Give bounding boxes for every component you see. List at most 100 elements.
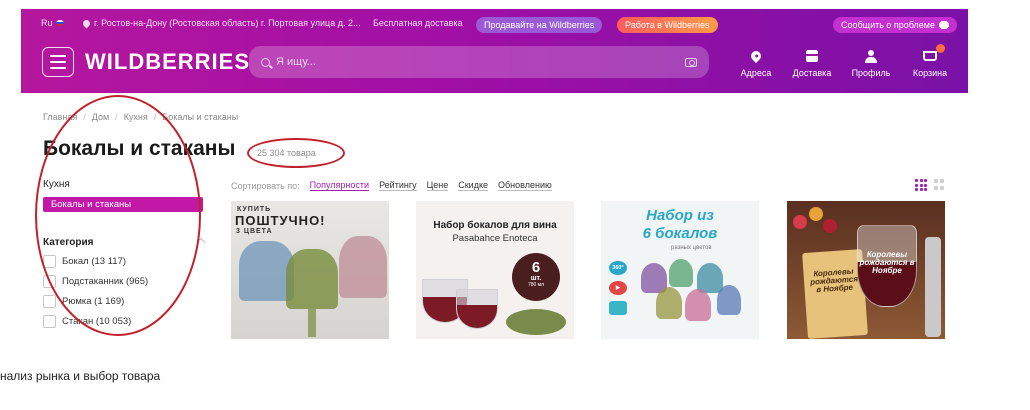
- sidebar-active-category[interactable]: Бокалы и стаканы: [43, 197, 203, 212]
- product-image-text: Набор бокалов для вина: [433, 220, 557, 231]
- feature-badges: 360° ▶: [609, 261, 627, 315]
- package-icon: [609, 301, 627, 315]
- chat-icon: [939, 21, 949, 29]
- hamburger-icon-line: [50, 67, 66, 69]
- badge-number: 6: [531, 259, 541, 276]
- hamburger-icon-line: [50, 61, 66, 63]
- product-image-text: разных цветов: [671, 245, 712, 251]
- sort-bar: Сортировать по: Популярности Рейтингу Це…: [231, 180, 552, 191]
- product-image-text: Pasabahce Enoteca: [452, 233, 538, 244]
- category-checkbox-row[interactable]: Подстаканник (965): [43, 275, 148, 288]
- sort-by-price[interactable]: Цене: [426, 180, 449, 191]
- breadcrumb-home[interactable]: Главная: [43, 112, 77, 122]
- product-image-glass: [656, 287, 682, 319]
- product-image-flower: [793, 215, 807, 229]
- breadcrumb-separator: /: [83, 112, 86, 122]
- checkbox[interactable]: [43, 255, 56, 268]
- flag-icon: [55, 20, 64, 26]
- report-problem-button[interactable]: Сообщить о проблеме: [833, 17, 957, 33]
- category-checkbox-row[interactable]: Бокал (13 117): [43, 255, 126, 268]
- hamburger-icon-line: [50, 55, 66, 57]
- page-title: Бокалы и стаканы: [43, 137, 236, 160]
- work-at-wildberries-button[interactable]: Работа в Wildberries: [617, 17, 718, 33]
- breadcrumb: Главная / Дом / Кухня / Бокалы и стаканы: [43, 112, 238, 122]
- site-header: Ru г. Ростов-на-Дону (Ростовская область…: [21, 9, 968, 93]
- search-input[interactable]: [276, 56, 685, 68]
- view-360-icon: 360°: [609, 261, 627, 275]
- nav-addresses-label: Адреса: [740, 68, 772, 78]
- category-checkbox-row[interactable]: Стакан (10 053): [43, 315, 131, 328]
- checkbox[interactable]: [43, 275, 56, 288]
- badge-volume: 780 мл: [527, 282, 545, 288]
- sidebar-parent-category[interactable]: Кухня: [43, 179, 70, 190]
- product-image-glass: [685, 289, 711, 321]
- menu-button[interactable]: [42, 47, 74, 77]
- camera-icon[interactable]: [685, 57, 697, 67]
- product-image-text: 6 бокалов: [642, 225, 718, 242]
- sort-by-update[interactable]: Обновлению: [498, 180, 552, 191]
- chevron-up-icon[interactable]: [196, 237, 206, 247]
- grid-view-small-icon[interactable]: [934, 179, 946, 191]
- product-card[interactable]: Набор из 6 бокалов разных цветов 360° ▶: [601, 201, 759, 339]
- category-checkbox-label: Стакан (10 053): [62, 316, 132, 327]
- sort-by-discount[interactable]: Скидке: [458, 180, 489, 191]
- grid-view-large-icon[interactable]: [915, 179, 927, 191]
- location-pin-icon: [81, 18, 92, 28]
- breadcrumb-current: Бокалы и стаканы: [162, 112, 239, 122]
- site-logo[interactable]: WILDBERRIES: [85, 49, 250, 75]
- product-image-stem: [308, 309, 316, 337]
- category-checkbox-label: Бокал (13 117): [62, 256, 127, 267]
- breadcrumb-kitchen[interactable]: Кухня: [124, 112, 148, 122]
- figure-caption: нализ рынка и выбор товара: [0, 369, 161, 383]
- top-bar: Ru г. Ростов-на-Дону (Ростовская область…: [21, 9, 968, 41]
- checkbox[interactable]: [43, 295, 56, 308]
- category-checkbox-row[interactable]: Рюмка (1 169): [43, 295, 124, 308]
- nav-profile[interactable]: Профиль: [846, 47, 896, 78]
- product-card[interactable]: Королевы рождаются в Ноябре Королевы рож…: [787, 201, 945, 339]
- product-image-glass: [339, 236, 387, 298]
- nav-profile-label: Профиль: [851, 68, 891, 78]
- breadcrumb-separator: /: [153, 112, 157, 122]
- product-image-text: ПОШТУЧНО!: [235, 213, 326, 228]
- sell-on-wildberries-button[interactable]: Продавайте на Wildberries: [476, 17, 603, 33]
- video-play-icon: ▶: [609, 281, 627, 295]
- language-selector[interactable]: Ru: [41, 18, 64, 28]
- product-image-text: Королевы рождаются в Ноябре: [809, 266, 859, 295]
- nav-delivery[interactable]: Доставка: [787, 47, 837, 78]
- nav-addresses[interactable]: Адреса: [731, 47, 781, 78]
- search-bar[interactable]: [249, 46, 709, 78]
- product-count: 25 304 товара: [257, 148, 316, 158]
- product-image-glass: [669, 259, 693, 287]
- checkbox[interactable]: [43, 315, 56, 328]
- sort-label: Сортировать по:: [231, 180, 300, 191]
- nav-delivery-label: Доставка: [792, 68, 832, 78]
- free-delivery-link[interactable]: Бесплатная доставка: [373, 18, 463, 28]
- product-image-text: Набор из: [646, 207, 714, 224]
- sort-by-popularity[interactable]: Популярности: [309, 180, 370, 191]
- product-card[interactable]: Набор бокалов для вина Pasabahce Enoteca…: [416, 201, 574, 339]
- package-icon: [806, 50, 818, 62]
- product-image-text: Королевы рождаются в Ноябре: [859, 250, 915, 275]
- breadcrumb-home-category[interactable]: Дом: [92, 112, 109, 122]
- address-text: г. Ростов-на-Дону (Ростовская область) г…: [94, 18, 361, 28]
- product-image-wine-glass: [456, 289, 498, 329]
- cart-icon: [923, 51, 937, 61]
- category-checkbox-label: Рюмка (1 169): [62, 296, 125, 307]
- delivery-address[interactable]: г. Ростов-на-Дону (Ростовская область) г…: [81, 18, 361, 28]
- nav-cart-label: Корзина: [912, 68, 948, 78]
- category-checkbox-label: Подстаканник (965): [62, 276, 149, 287]
- location-pin-icon: [748, 48, 764, 64]
- user-icon: [865, 49, 877, 63]
- category-filter-heading[interactable]: Категория: [43, 237, 93, 248]
- product-image-glass: [717, 285, 741, 315]
- product-card[interactable]: КУПИТЬ ПОШТУЧНО! 3 ЦВЕТА: [231, 201, 389, 339]
- product-image-glass: [286, 249, 338, 309]
- product-image-flower: [823, 219, 837, 233]
- product-image-food: [506, 309, 566, 335]
- product-image-flower: [809, 207, 823, 221]
- product-image-text: 3 ЦВЕТА: [236, 228, 273, 235]
- nav-cart[interactable]: Корзина: [905, 44, 955, 78]
- sort-by-rating[interactable]: Рейтингу: [379, 180, 417, 191]
- quantity-badge: 6 шт. 780 мл: [512, 253, 560, 301]
- badge-unit: шт.: [530, 275, 542, 282]
